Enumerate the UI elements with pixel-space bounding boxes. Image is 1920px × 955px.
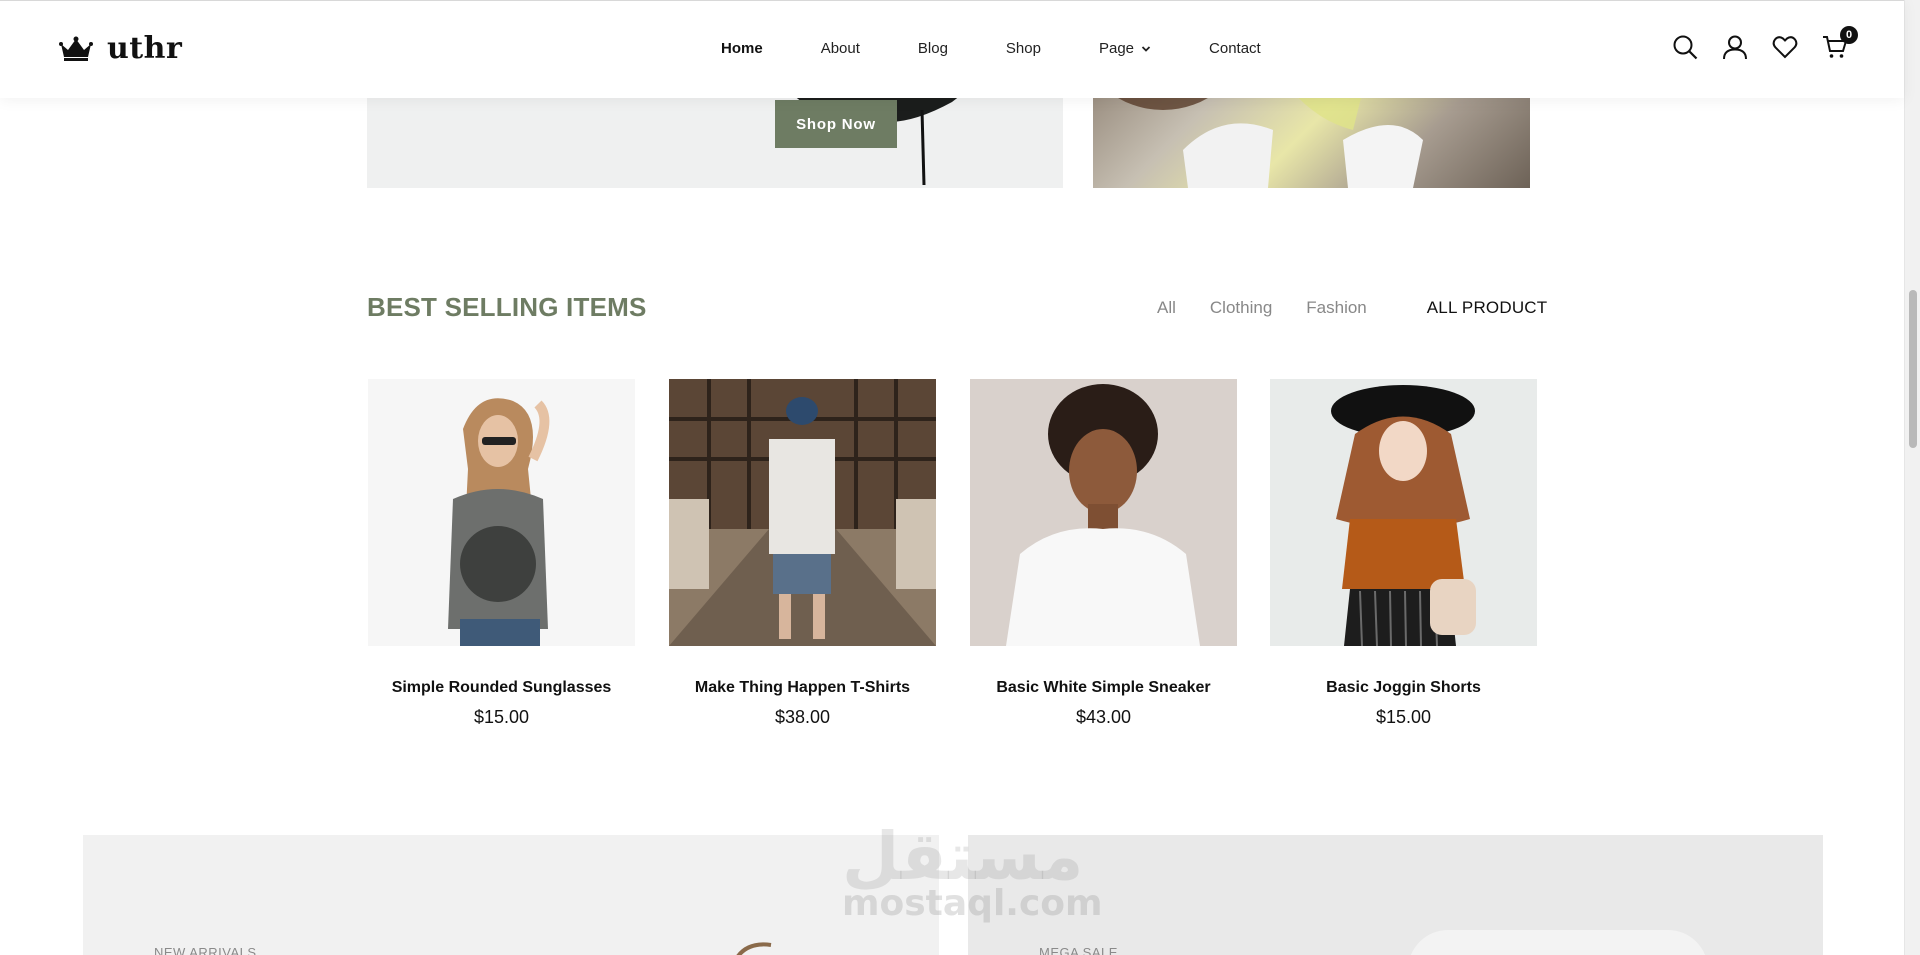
main-nav: Home About Blog Shop Page Contact bbox=[721, 40, 1261, 57]
product-card: Make Thing Happen T-Shirts $38.00 bbox=[669, 379, 936, 728]
nav-item-blog[interactable]: Blog bbox=[918, 40, 948, 57]
nav-item-page-label: Page bbox=[1098, 40, 1135, 57]
product-photo-woman-hijab bbox=[1270, 379, 1537, 646]
promo-label: NEW ARRIVALS bbox=[154, 945, 257, 955]
product-card: Basic Joggin Shorts $15.00 bbox=[1270, 379, 1537, 728]
product-price: $15.00 bbox=[473, 707, 530, 727]
product-image[interactable] bbox=[1270, 379, 1537, 646]
nav-item-shop[interactable]: Shop bbox=[1006, 40, 1041, 57]
product-image[interactable] bbox=[970, 379, 1237, 646]
site-header: uthr Home About Blog Shop Page Contact 0 bbox=[0, 0, 1904, 98]
user-icon bbox=[1723, 35, 1747, 60]
product-hint-shape bbox=[1408, 930, 1708, 955]
nav-item-home[interactable]: Home bbox=[721, 40, 763, 57]
promo-banner-new-arrivals[interactable]: NEW ARRIVALS bbox=[83, 835, 939, 955]
product-photo-woman-tshirt bbox=[368, 379, 635, 646]
nav-item-page[interactable]: Page bbox=[1099, 40, 1151, 57]
filter-fashion[interactable]: Fashion bbox=[1306, 298, 1366, 318]
product-card: Simple Rounded Sunglasses $15.00 bbox=[368, 379, 635, 728]
product-price: $38.00 bbox=[774, 707, 831, 727]
wishlist-button[interactable] bbox=[1772, 34, 1798, 60]
search-button[interactable] bbox=[1672, 34, 1698, 60]
page: Shop Now uthr Home About Blog Shop Page … bbox=[0, 0, 1920, 955]
nav-item-contact[interactable]: Contact bbox=[1209, 40, 1261, 57]
chevron-down-icon bbox=[1141, 45, 1151, 52]
product-name[interactable]: Simple Rounded Sunglasses bbox=[368, 679, 635, 697]
filter-all[interactable]: All bbox=[1157, 298, 1176, 318]
product-photo-man-bridge bbox=[669, 379, 936, 646]
product-hint-image bbox=[736, 942, 772, 955]
search-icon bbox=[1673, 35, 1698, 60]
promo-label: MEGA SALE bbox=[1039, 945, 1118, 955]
heart-icon bbox=[1772, 36, 1798, 59]
product-price: $15.00 bbox=[1375, 707, 1432, 727]
product-price: $43.00 bbox=[1075, 707, 1132, 727]
cart-count-badge: 0 bbox=[1840, 26, 1858, 44]
crown-icon bbox=[59, 36, 93, 61]
section-title: BEST SELLING ITEMS bbox=[367, 292, 647, 322]
product-photo-man-white-tee bbox=[970, 379, 1237, 646]
all-product-link[interactable]: ALL PRODUCT bbox=[1427, 298, 1548, 318]
product-name[interactable]: Basic Joggin Shorts bbox=[1270, 679, 1537, 697]
product-name[interactable]: Make Thing Happen T-Shirts bbox=[669, 679, 936, 697]
account-button[interactable] bbox=[1722, 34, 1748, 60]
header-icons: 0 bbox=[1672, 26, 1858, 60]
logo-text: uthr bbox=[107, 31, 183, 66]
logo[interactable]: uthr bbox=[59, 31, 182, 66]
shop-now-button[interactable]: Shop Now bbox=[775, 100, 897, 148]
nav-item-about[interactable]: About bbox=[821, 40, 860, 57]
promo-banner-mega-sale[interactable]: MEGA SALE bbox=[968, 835, 1823, 955]
product-name[interactable]: Basic White Simple Sneaker bbox=[970, 679, 1237, 697]
scrollbar-thumb[interactable] bbox=[1909, 290, 1917, 448]
cart-button[interactable]: 0 bbox=[1822, 26, 1858, 60]
page-scrollbar[interactable] bbox=[1904, 0, 1920, 955]
product-filters: All Clothing Fashion ALL PRODUCT bbox=[1157, 298, 1547, 318]
product-card: Basic White Simple Sneaker $43.00 bbox=[970, 379, 1237, 728]
product-image[interactable] bbox=[368, 379, 635, 646]
product-image[interactable] bbox=[669, 379, 936, 646]
filter-clothing[interactable]: Clothing bbox=[1210, 298, 1272, 318]
